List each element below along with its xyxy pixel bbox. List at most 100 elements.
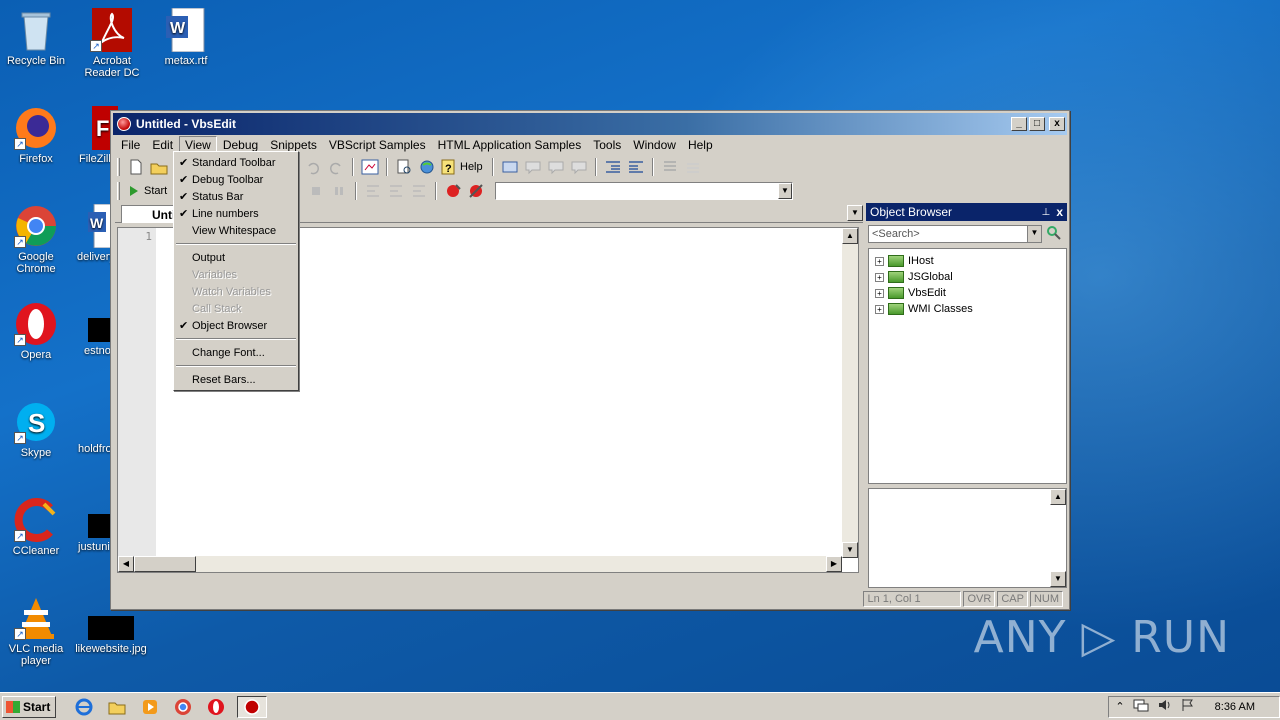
line-number: 1: [145, 230, 152, 243]
clear-breakpoints-icon[interactable]: [466, 182, 486, 200]
procedure-combobox[interactable]: ▼: [495, 182, 793, 200]
pause-icon[interactable]: [329, 182, 349, 200]
toolbar-grip[interactable]: [117, 158, 120, 176]
toolbar-separator: [652, 158, 654, 176]
bookmark-icon[interactable]: [569, 158, 589, 176]
desktop-icon-likewebsite[interactable]: likewebsite.jpg: [72, 616, 150, 655]
menu-tools[interactable]: Tools: [587, 136, 627, 154]
chevron-down-icon[interactable]: ▼: [1027, 225, 1041, 242]
scroll-up-button[interactable]: ▲: [1050, 489, 1066, 505]
menu-item-standard-toolbar[interactable]: ✔ Standard Toolbar: [174, 154, 298, 171]
desktop-icon-vlc[interactable]: ↗ VLC media player: [0, 596, 72, 667]
tree-item-vbsedit[interactable]: + VbsEdit: [869, 285, 1066, 301]
undo-icon[interactable]: [303, 158, 323, 176]
tree-item-jsglobal[interactable]: + JSGlobal: [869, 269, 1066, 285]
chrome-taskbar-icon[interactable]: [171, 696, 195, 718]
opera-taskbar-icon[interactable]: [204, 696, 228, 718]
tab-list-dropdown[interactable]: ▼: [847, 205, 863, 221]
menu-item-debug-toolbar[interactable]: ✔ Debug Toolbar: [174, 171, 298, 188]
menu-file[interactable]: File: [115, 136, 146, 154]
toolbar-grip[interactable]: [117, 182, 120, 200]
scroll-left-button[interactable]: ◀: [118, 556, 134, 572]
expand-icon[interactable]: +: [875, 304, 884, 314]
print-preview-icon[interactable]: [394, 158, 414, 176]
vertical-scrollbar[interactable]: ▲ ▼: [842, 228, 858, 558]
redo-icon[interactable]: [326, 158, 346, 176]
minimize-button[interactable]: _: [1011, 117, 1027, 131]
breakpoint-icon[interactable]: [443, 182, 463, 200]
help-button[interactable]: ? Help: [440, 158, 486, 176]
close-button[interactable]: x: [1049, 117, 1065, 131]
desktop-icon-skype[interactable]: S ↗ Skype: [0, 400, 72, 459]
menu-item-output[interactable]: Output: [174, 249, 298, 266]
uncomment-icon[interactable]: [546, 158, 566, 176]
desktop-icon-opera[interactable]: ↗ Opera: [0, 302, 72, 361]
list-remove-icon[interactable]: [683, 158, 703, 176]
open-folder-icon[interactable]: [149, 158, 169, 176]
scroll-down-button[interactable]: ▼: [1050, 571, 1066, 587]
desktop-icon-label: metax.rtf: [164, 55, 208, 67]
scroll-right-button[interactable]: ▶: [826, 556, 842, 572]
indent-icon[interactable]: [603, 158, 623, 176]
menu-hta-samples[interactable]: HTML Application Samples: [432, 136, 588, 154]
menu-vbscript-samples[interactable]: VBScript Samples: [323, 136, 432, 154]
desktop-icon-chrome[interactable]: ↗ Google Chrome: [0, 204, 72, 275]
list-icon[interactable]: [660, 158, 680, 176]
vbsedit-taskbar-button[interactable]: [237, 695, 267, 718]
media-player-icon[interactable]: [138, 696, 162, 718]
scroll-down-button[interactable]: ▼: [842, 542, 858, 558]
menu-item-change-font[interactable]: Change Font...: [174, 344, 298, 361]
menu-item-status-bar[interactable]: ✔ Status Bar: [174, 188, 298, 205]
object-browser-titlebar[interactable]: Object Browser ⊥ x: [866, 203, 1067, 221]
desktop-icon-firefox[interactable]: ↗ Firefox: [0, 106, 72, 165]
play-icon: [130, 186, 138, 196]
expand-icon[interactable]: +: [875, 272, 884, 282]
start-debug-button[interactable]: Start: [126, 182, 172, 200]
expand-icon[interactable]: +: [875, 288, 884, 298]
globe-icon[interactable]: [417, 158, 437, 176]
menu-item-label: Call Stack: [192, 302, 242, 315]
tree-item-wmi-classes[interactable]: + WMI Classes: [869, 301, 1066, 317]
action-center-flag-icon[interactable]: [1181, 698, 1195, 715]
object-description-pane[interactable]: ▲ ▼: [868, 488, 1067, 588]
close-icon[interactable]: x: [1056, 205, 1063, 219]
expand-icon[interactable]: +: [875, 256, 884, 266]
step-out-icon[interactable]: [409, 182, 429, 200]
comment-icon[interactable]: [523, 158, 543, 176]
chevron-down-icon[interactable]: ▼: [778, 183, 792, 199]
desktop-icon-ccleaner[interactable]: ↗ CCleaner: [0, 498, 72, 557]
desktop-icon-recycle-bin[interactable]: Recycle Bin: [0, 8, 72, 67]
horizontal-scroll-thumb[interactable]: [134, 556, 196, 572]
object-search-input[interactable]: <Search> ▼: [868, 224, 1042, 243]
window-layout-icon[interactable]: [500, 158, 520, 176]
internet-explorer-icon[interactable]: [72, 696, 96, 718]
tree-item-label: VbsEdit: [908, 287, 946, 299]
step-over-icon[interactable]: [386, 182, 406, 200]
menu-help[interactable]: Help: [682, 136, 719, 154]
scroll-up-button[interactable]: ▲: [842, 228, 858, 244]
volume-icon[interactable]: [1157, 698, 1173, 715]
menu-item-line-numbers[interactable]: ✔ Line numbers: [174, 205, 298, 222]
tree-item-ihost[interactable]: + IHost: [869, 253, 1066, 269]
clock[interactable]: 8:36 AM: [1215, 701, 1255, 713]
start-button[interactable]: Start: [2, 695, 56, 718]
network-icon[interactable]: [1133, 698, 1149, 715]
pin-icon[interactable]: ⊥: [1042, 207, 1051, 218]
desktop-icon-acrobat[interactable]: ↗ Acrobat Reader DC: [76, 8, 148, 79]
step-into-icon[interactable]: [363, 182, 383, 200]
menu-window[interactable]: Window: [627, 136, 682, 154]
new-file-icon[interactable]: [126, 158, 146, 176]
menu-item-object-browser[interactable]: ✔ Object Browser: [174, 317, 298, 334]
maximize-button[interactable]: □: [1029, 117, 1045, 131]
outdent-icon[interactable]: [626, 158, 646, 176]
window-titlebar[interactable]: Untitled - VbsEdit _ □ x: [113, 113, 1067, 135]
desktop-icon-metax[interactable]: W metax.rtf: [150, 7, 222, 67]
menu-item-view-whitespace[interactable]: View Whitespace: [174, 222, 298, 239]
stop-icon[interactable]: [306, 182, 326, 200]
search-tool-icon[interactable]: [1044, 223, 1062, 244]
show-hidden-icons-icon[interactable]: ⌃: [1115, 700, 1124, 713]
menu-item-reset-bars[interactable]: Reset Bars...: [174, 371, 298, 388]
file-explorer-icon[interactable]: [105, 696, 129, 718]
horizontal-scrollbar[interactable]: ◀ ▶: [118, 556, 842, 572]
form-editor-icon[interactable]: [360, 158, 380, 176]
